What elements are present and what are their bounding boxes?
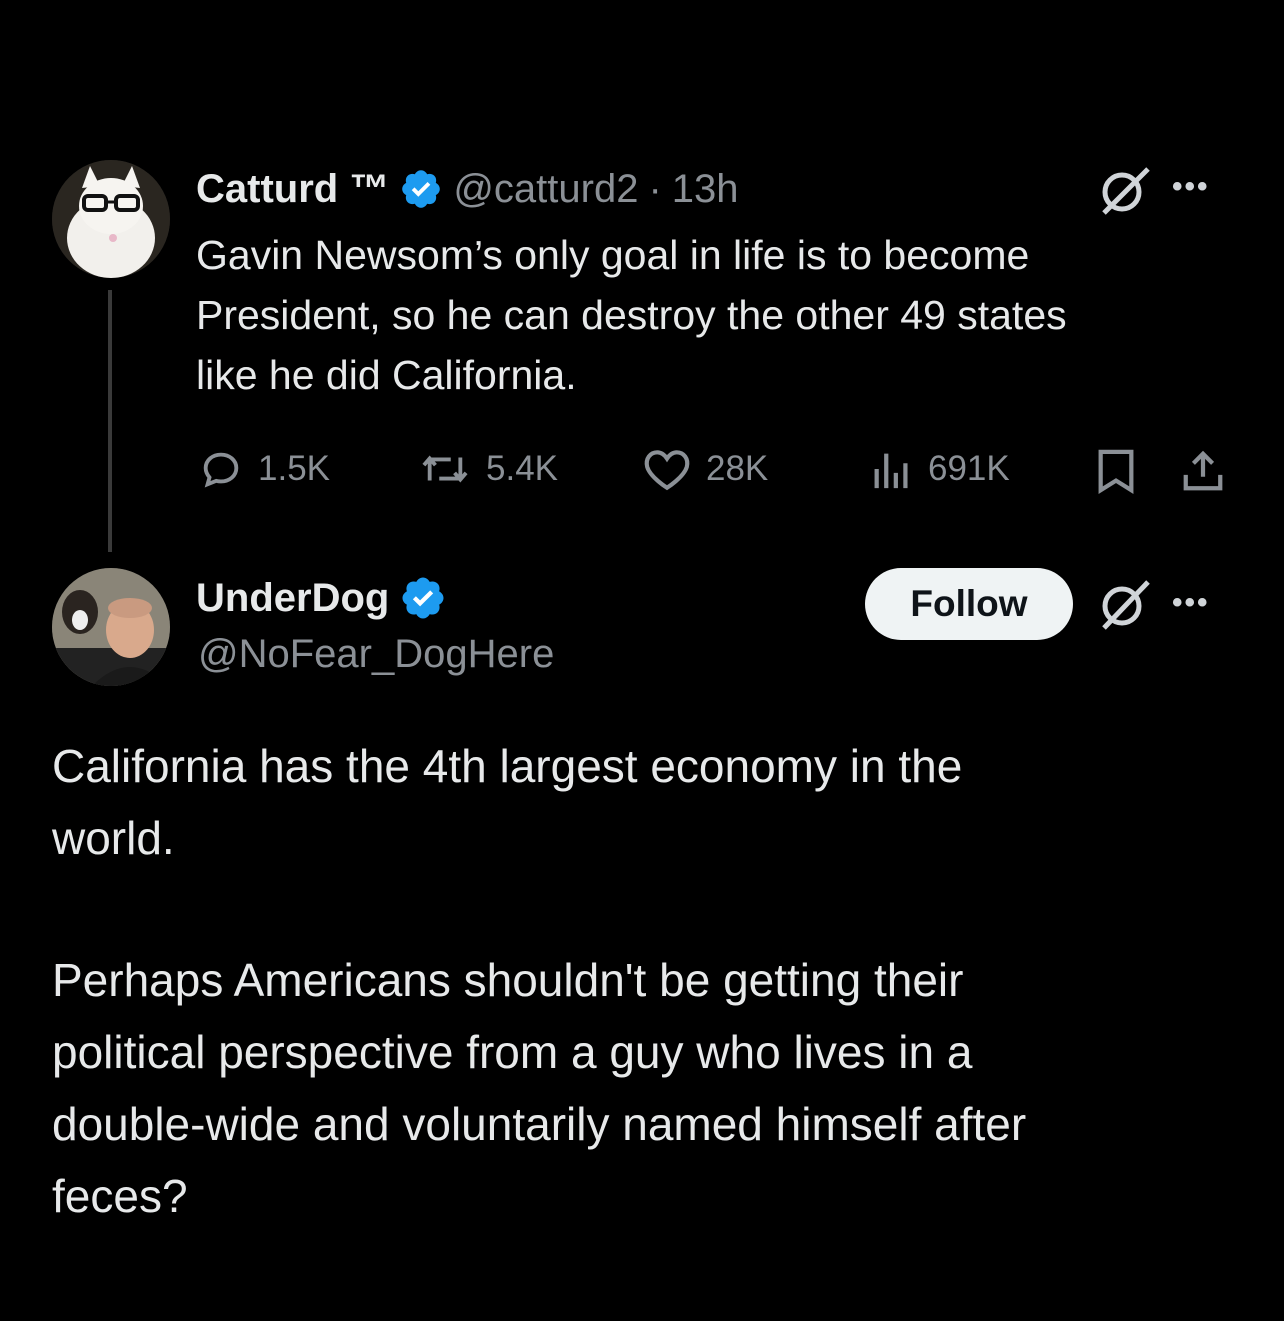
like-count: 28K bbox=[706, 449, 769, 488]
underdog-name-row: UnderDog bbox=[196, 572, 447, 624]
tweet-text-line: President, so he can destroy the other 4… bbox=[196, 292, 1067, 338]
reply-text-line: double-wide and voluntarily named himsel… bbox=[52, 1098, 1027, 1150]
tweet-text-line: like he did California. bbox=[196, 352, 577, 398]
follow-button[interactable]: Follow bbox=[865, 568, 1073, 640]
catturd-handle[interactable]: @catturd2 bbox=[453, 167, 638, 212]
verified-badge-icon bbox=[402, 577, 444, 619]
reply-text-line: feces? bbox=[52, 1170, 188, 1222]
more-options-icon[interactable]: ••• bbox=[1172, 170, 1210, 204]
more-options-icon[interactable]: ••• bbox=[1172, 586, 1210, 620]
verified-badge-icon bbox=[402, 170, 441, 208]
reply-paragraph-2: Perhaps Americans shouldn't be getting t… bbox=[52, 944, 1252, 1232]
underdog-handle[interactable]: @NoFear_DogHere bbox=[198, 632, 554, 677]
repost-button[interactable]: 5.4K bbox=[418, 446, 558, 492]
reply-count: 1.5K bbox=[258, 449, 330, 488]
analytics-icon bbox=[874, 453, 908, 489]
heart-icon bbox=[644, 450, 690, 491]
views-button[interactable]: 691K bbox=[870, 446, 1010, 492]
share-icon[interactable] bbox=[1180, 448, 1226, 494]
reply-text-line: California has the 4th largest economy i… bbox=[52, 740, 963, 792]
catturd-header: Catturd ™ @catturd2 · 13h bbox=[196, 163, 739, 215]
tweet-text-line: Gavin Newsom’s only goal in life is to b… bbox=[196, 232, 1030, 278]
reply-paragraph-1: California has the 4th largest economy i… bbox=[52, 730, 1252, 874]
reply-text-line: political perspective from a guy who liv… bbox=[52, 1026, 973, 1078]
underdog-display-name[interactable]: UnderDog bbox=[196, 576, 389, 621]
tweet-timestamp[interactable]: 13h bbox=[672, 167, 739, 212]
repost-count: 5.4K bbox=[486, 449, 558, 488]
grok-icon[interactable] bbox=[1098, 165, 1152, 217]
catturd-tweet-text: Gavin Newsom’s only goal in life is to b… bbox=[196, 225, 1256, 405]
view-count: 691K bbox=[928, 449, 1010, 488]
thread-connector-line bbox=[108, 290, 112, 552]
reply-text-line: Perhaps Americans shouldn't be getting t… bbox=[52, 954, 964, 1006]
bookmark-icon[interactable] bbox=[1094, 448, 1138, 494]
reply-button[interactable]: 1.5K bbox=[198, 446, 330, 492]
catturd-avatar[interactable] bbox=[52, 160, 170, 278]
grok-icon[interactable] bbox=[1098, 578, 1152, 632]
reply-icon bbox=[203, 452, 239, 488]
time-separator: · bbox=[648, 166, 662, 211]
catturd-display-name[interactable]: Catturd ™ bbox=[196, 167, 389, 212]
reply-text-line: world. bbox=[52, 812, 175, 864]
underdog-avatar[interactable] bbox=[52, 568, 170, 686]
like-button[interactable]: 28K bbox=[642, 446, 768, 492]
repost-icon bbox=[422, 455, 468, 483]
